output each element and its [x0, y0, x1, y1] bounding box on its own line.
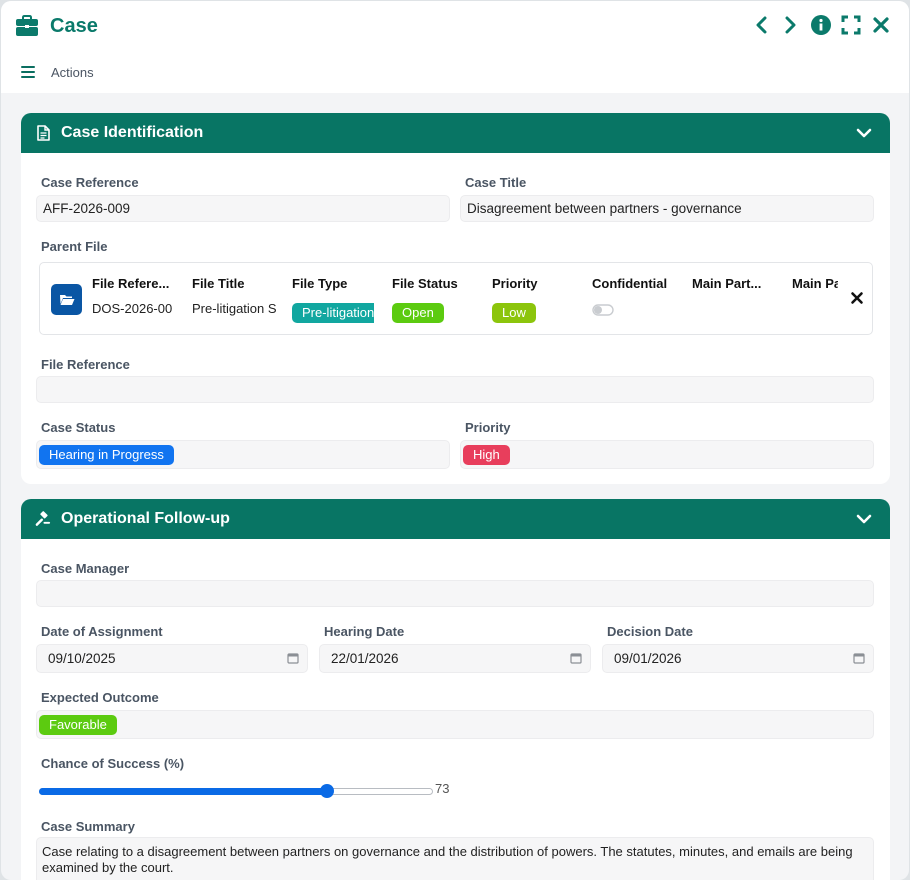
calendar-icon[interactable]	[287, 652, 299, 664]
priority-select[interactable]: High	[460, 440, 874, 469]
case-summary-textarea[interactable]: Case relating to a disagreement between …	[36, 837, 874, 880]
document-icon	[35, 125, 51, 141]
fullscreen-button[interactable]	[841, 15, 861, 35]
col-header-file-reference: File Refere...	[92, 276, 170, 291]
title-bar: Case	[1, 1, 909, 51]
chance-of-success-value: 73	[435, 781, 450, 796]
file-reference-label: File Reference	[41, 357, 130, 372]
calendar-icon[interactable]	[570, 652, 582, 664]
next-button[interactable]	[781, 15, 801, 35]
parent-file-label: Parent File	[41, 239, 108, 254]
col-header-file-status: File Status	[392, 276, 458, 291]
case-reference-label: Case Reference	[41, 175, 139, 190]
operational-follow-up-section: Operational Follow-up Case Manager Date …	[21, 499, 890, 880]
date-of-assignment-value: 09/10/2025	[48, 651, 116, 666]
col-header-main-party-2: Main Pa	[792, 276, 838, 291]
case-reference-input[interactable]: AFF-2026-009	[36, 195, 450, 222]
case-status-label: Case Status	[41, 420, 116, 435]
chance-of-success-label: Chance of Success (%)	[41, 756, 185, 771]
case-summary-value: Case relating to a disagreement between …	[42, 844, 853, 875]
case-title-value: Disagreement between partners - governan…	[467, 201, 742, 216]
section-title: Case Identification	[61, 124, 204, 141]
file-reference-value: DOS-2026-00	[92, 301, 173, 316]
file-type-badge-wrap: Pre-litigation	[292, 303, 378, 323]
remove-parent-file-icon[interactable]	[850, 291, 864, 305]
case-manager-label: Case Manager	[41, 561, 130, 576]
hearing-date-value: 22/01/2026	[331, 651, 399, 666]
hearing-date-input[interactable]: 22/01/2026	[319, 644, 591, 673]
chevron-down-icon[interactable]	[856, 512, 872, 526]
priority-badge-wrap: Low	[492, 303, 536, 323]
col-header-priority: Priority	[492, 276, 538, 291]
col-header-file-title: File Title	[192, 276, 245, 291]
priority-badge: High	[463, 444, 510, 465]
date-of-assignment-input[interactable]: 09/10/2025	[36, 644, 308, 673]
case-window: Case Actions Case Identification Case Re…	[1, 1, 909, 880]
previous-button[interactable]	[751, 15, 771, 35]
case-reference-value: AFF-2026-009	[43, 201, 131, 216]
close-icon	[873, 17, 889, 33]
confidential-toggle	[592, 304, 614, 319]
expected-outcome-select[interactable]: Favorable	[36, 710, 874, 739]
expand-icon	[841, 15, 861, 35]
file-type-badge: Pre-litigation	[292, 303, 375, 323]
file-priority-badge: Low	[492, 303, 536, 323]
expected-outcome-badge: Favorable	[39, 714, 117, 735]
toggle-off-icon	[592, 304, 614, 316]
parent-file-record[interactable]: File Refere... File Title File Type File…	[39, 262, 873, 335]
case-status-select[interactable]: Hearing in Progress	[36, 440, 450, 469]
case-status-badge: Hearing in Progress	[39, 444, 174, 465]
case-identification-section: Case Identification Case Reference AFF-2…	[21, 113, 890, 484]
actions-bar: Actions	[1, 51, 909, 93]
window-title: Case	[50, 14, 98, 37]
file-status-badge-wrap: Open	[392, 303, 444, 323]
case-manager-input[interactable]	[36, 580, 874, 607]
decision-date-value: 09/01/2026	[614, 651, 682, 666]
folder-open-icon	[51, 284, 82, 315]
operational-follow-up-header[interactable]: Operational Follow-up	[21, 499, 890, 539]
expected-outcome-label: Expected Outcome	[41, 690, 159, 705]
chevron-right-icon	[785, 16, 796, 34]
hearing-date-label: Hearing Date	[324, 624, 405, 639]
priority-label: Priority	[465, 420, 511, 435]
case-title-label: Case Title	[465, 175, 527, 190]
chevron-left-icon	[756, 16, 767, 34]
section-title: Operational Follow-up	[61, 510, 230, 527]
calendar-icon[interactable]	[853, 652, 865, 664]
date-of-assignment-label: Date of Assignment	[41, 624, 163, 639]
col-header-main-party: Main Part...	[692, 276, 762, 291]
chance-of-success-slider[interactable]	[39, 784, 433, 798]
file-reference-input[interactable]	[36, 376, 874, 403]
close-button[interactable]	[871, 15, 891, 35]
file-title-value: Pre-litigation S	[192, 301, 277, 316]
window-controls	[751, 15, 891, 35]
briefcase-icon	[15, 15, 39, 37]
chevron-down-icon[interactable]	[856, 126, 872, 140]
decision-date-input[interactable]: 09/01/2026	[602, 644, 874, 673]
case-identification-header[interactable]: Case Identification	[21, 113, 890, 153]
case-summary-label: Case Summary	[41, 819, 135, 834]
file-status-badge: Open	[392, 303, 444, 323]
col-header-confidential: Confidential	[592, 276, 668, 291]
hamburger-menu-icon[interactable]	[21, 66, 35, 78]
gavel-icon	[35, 510, 51, 527]
slider-thumb[interactable]	[319, 784, 334, 798]
col-header-file-type: File Type	[292, 276, 348, 291]
actions-menu[interactable]: Actions	[51, 65, 94, 80]
decision-date-label: Decision Date	[607, 624, 693, 639]
case-title-input[interactable]: Disagreement between partners - governan…	[460, 195, 874, 222]
info-icon	[811, 15, 831, 35]
info-button[interactable]	[811, 15, 831, 35]
slider-fill	[39, 788, 327, 795]
